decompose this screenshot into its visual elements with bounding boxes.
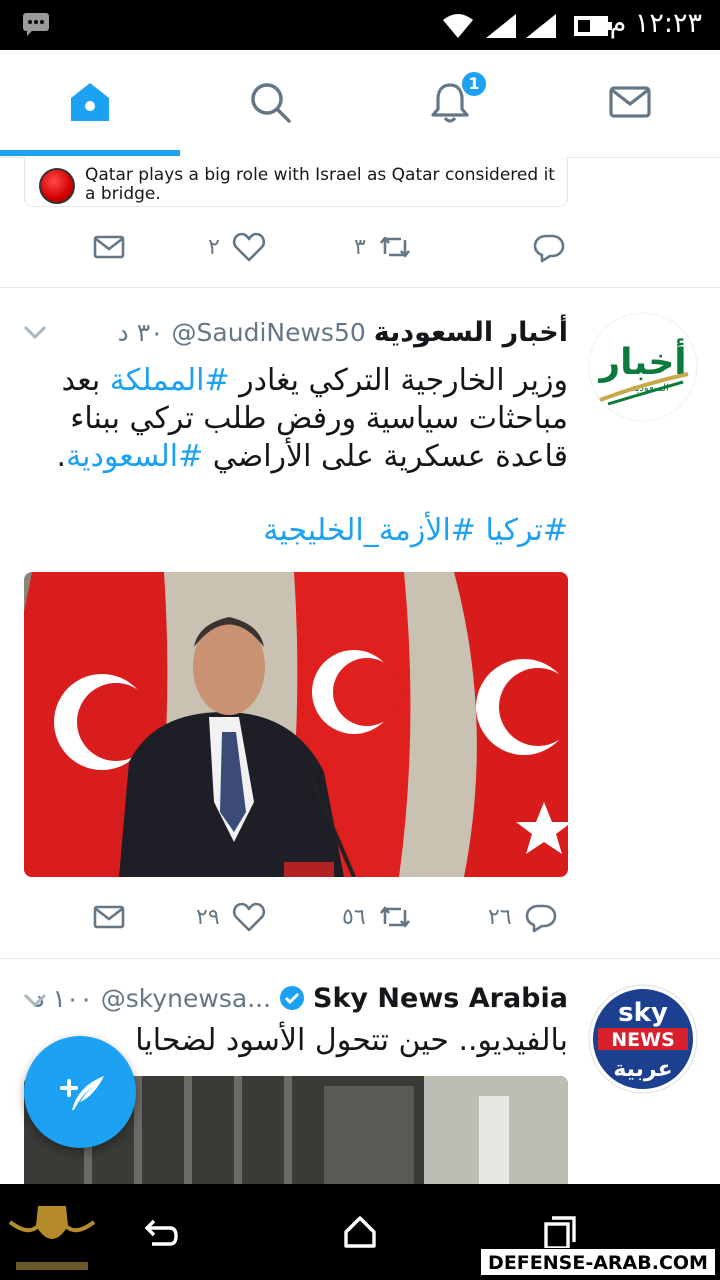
message-notification-icon: [23, 13, 49, 36]
reply-icon: [525, 904, 556, 933]
saudinews-logo: أخبار السعودية: [588, 312, 698, 422]
avatar-skynews[interactable]: sky NEWS عربية: [588, 984, 698, 1094]
retweet-icon: [379, 906, 410, 928]
retweet-count: ٥٦: [342, 904, 366, 930]
svg-text:عربية: عربية: [613, 1057, 672, 1082]
reply-icon: [533, 234, 565, 263]
tweet-media-image[interactable]: [24, 572, 568, 877]
tweet-divider: [0, 287, 720, 288]
tweet-actions: ٢٩ ٥٦ ٢٦: [0, 892, 720, 942]
reply-button[interactable]: [532, 222, 566, 272]
mail-icon: [93, 905, 125, 929]
tab-search[interactable]: [180, 50, 360, 154]
tweet-text: وزير الخارجية التركي يغادر #المملكة بعد …: [48, 362, 568, 476]
tweet-text-segment: .: [56, 439, 67, 474]
quoted-tweet-text: Qatar plays a big role with Israel as Qa…: [85, 165, 555, 204]
wifi-icon: [443, 14, 473, 38]
retweet-icon: [379, 236, 410, 258]
tweet-actions: ٢ ٣: [0, 222, 720, 272]
photo-minister-flags: [24, 572, 568, 877]
dm-share-button[interactable]: [92, 222, 126, 272]
recents-icon[interactable]: [540, 1212, 580, 1252]
home-button-icon[interactable]: [340, 1212, 380, 1252]
quoted-avatar: [39, 168, 75, 204]
signal-icon: [486, 14, 556, 38]
svg-text:NEWS: NEWS: [611, 1029, 675, 1051]
mail-icon: [609, 86, 651, 118]
author-name[interactable]: Sky News Arabia: [313, 983, 568, 1014]
chevron-down-icon[interactable]: [22, 990, 48, 1010]
hashtags-line[interactable]: #تركيا #الأزمة_الخليجية: [48, 512, 568, 550]
watermark-site: DEFENSE-ARAB.COM: [480, 1248, 716, 1276]
heart-icon: [232, 232, 265, 262]
skynews-logo: sky NEWS عربية: [588, 984, 698, 1094]
tweet-text: بالفيديو.. حين تتحول الأسود لضحايا: [135, 1023, 568, 1058]
top-nav: 1: [0, 50, 720, 158]
author-handle[interactable]: @SaudiNews50: [172, 318, 366, 347]
hashtag-link[interactable]: #السعودية: [66, 439, 203, 474]
chevron-down-icon[interactable]: [22, 322, 48, 342]
tweet-text-segment: وزير الخارجية التركي يغادر: [229, 363, 568, 398]
like-button[interactable]: ٢: [208, 222, 266, 272]
status-bar: ١٢:٢٣ م: [0, 0, 720, 50]
back-icon[interactable]: [140, 1212, 180, 1252]
svg-text:sky: sky: [618, 998, 668, 1028]
notification-badge: 1: [460, 70, 488, 98]
reply-count: ٢٦: [488, 904, 512, 930]
tab-messages[interactable]: [540, 50, 720, 154]
tab-home[interactable]: [0, 50, 180, 154]
dm-share-button[interactable]: [92, 892, 126, 942]
home-icon: [71, 83, 109, 121]
compose-tweet-button[interactable]: [24, 1036, 136, 1148]
tweet-time: ٣٠ د: [117, 317, 164, 347]
status-icons: [443, 14, 612, 38]
like-count: ٢: [208, 234, 220, 260]
hashtag-link[interactable]: #المملكة: [110, 363, 230, 398]
compose-feather-icon: [60, 1076, 104, 1110]
author-handle[interactable]: @skynewsa...: [101, 984, 271, 1013]
clock: ١٢:٢٣ م: [609, 8, 702, 39]
tweet-header: أخبار السعودية @SaudiNews50 ٣٠ د: [118, 312, 568, 352]
tab-notifications[interactable]: [360, 50, 540, 154]
like-button[interactable]: ٢٩: [196, 892, 266, 942]
verified-badge-icon: [280, 986, 305, 1010]
reply-button[interactable]: ٢٦: [488, 892, 558, 942]
retweet-count: ٣: [354, 234, 366, 260]
heart-icon: [232, 902, 265, 932]
mail-icon: [93, 235, 125, 259]
like-count: ٢٩: [196, 904, 220, 930]
author-name[interactable]: أخبار السعودية: [374, 317, 568, 348]
retweet-button[interactable]: ٥٦: [342, 892, 412, 942]
retweet-button[interactable]: ٣: [354, 222, 412, 272]
tweet-header: Sky News Arabia @skynewsa... ١٠٠ د: [33, 978, 568, 1018]
battery-icon: [574, 16, 612, 36]
avatar-saudinews[interactable]: أخبار السعودية: [588, 312, 698, 422]
quoted-tweet-card[interactable]: Qatar plays a big role with Israel as Qa…: [24, 156, 568, 207]
tweet-divider: [0, 958, 720, 959]
search-icon: [251, 83, 291, 123]
watermark-logo: [8, 1206, 96, 1270]
